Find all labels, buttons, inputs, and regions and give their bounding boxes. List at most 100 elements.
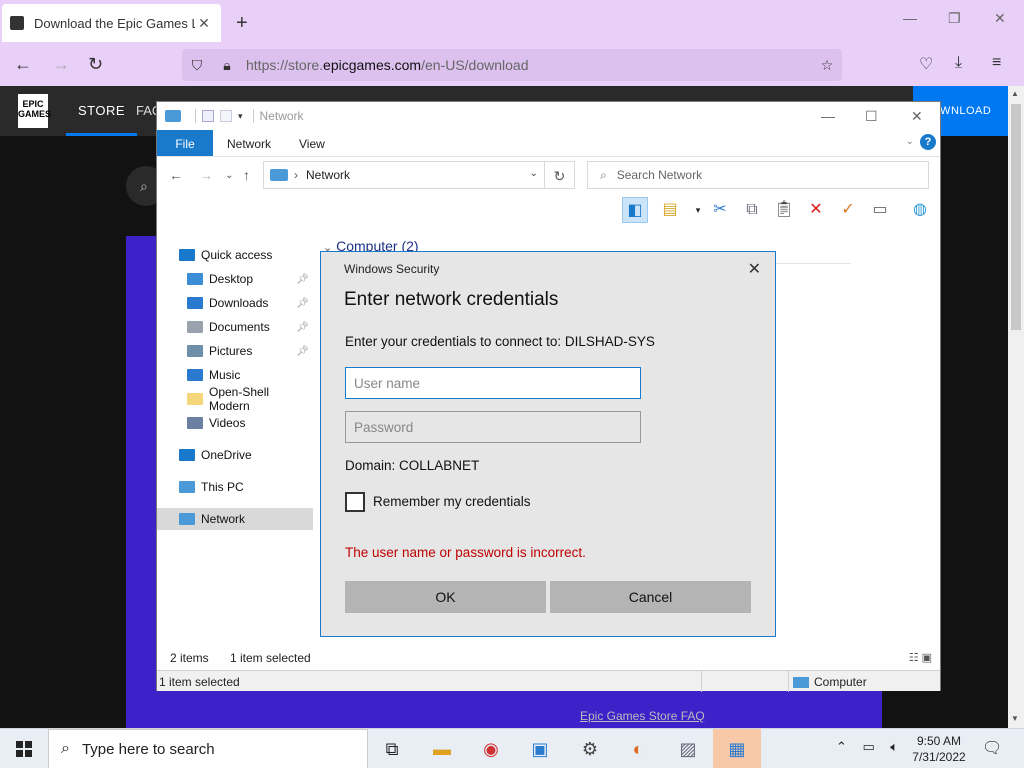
properties-check-icon[interactable]: ✓ xyxy=(835,197,861,223)
close-window-icon[interactable]: ✕ xyxy=(994,10,1006,27)
help-icon[interactable]: ? xyxy=(920,134,936,150)
remember-label[interactable]: Remember my credentials xyxy=(373,494,531,509)
task-view-icon[interactable]: ⧉ xyxy=(368,729,416,768)
ribbon-expand-icon[interactable]: ⌄ xyxy=(906,136,914,147)
cut-icon[interactable]: ✂ xyxy=(707,197,733,223)
back-icon[interactable]: ← xyxy=(14,54,32,75)
pin-icon[interactable]: 📌︎ xyxy=(296,274,309,285)
sidebar-item-downloads[interactable]: Downloads 📌︎ xyxy=(157,292,313,314)
paste-icon[interactable]: 📋︎ xyxy=(771,197,797,223)
clock[interactable]: 9:50 AM 7/31/2022 xyxy=(906,733,972,765)
page-scrollbar[interactable]: ▲ ▼ xyxy=(1008,86,1024,728)
epic-logo[interactable]: EPIC GAMES xyxy=(18,94,51,128)
sidebar-item-label: Downloads xyxy=(209,296,269,310)
sidebar-item-this-pc[interactable]: This PC xyxy=(157,476,313,498)
explorer-forward-icon[interactable]: → xyxy=(199,167,213,183)
taskbar-search-input[interactable]: ⌕ Type here to search xyxy=(48,729,368,768)
url-text[interactable]: https://store.epicgames.com/en-US/downlo… xyxy=(242,57,812,73)
view-toggle-icons[interactable]: ☷ ▣ xyxy=(909,651,932,664)
qat-dropdown-icon[interactable]: ▾ xyxy=(238,111,243,122)
pocket-icon[interactable]: ♡ xyxy=(919,54,933,74)
copy-icon[interactable]: ⧉ xyxy=(739,197,765,223)
url-bar[interactable]: ⛉ 🔒︎ https://store.epicgames.com/en-US/d… xyxy=(182,49,842,81)
refresh-icon[interactable]: ↻ xyxy=(545,161,575,189)
breadcrumb[interactable]: Network xyxy=(306,168,350,182)
app-window-icon[interactable]: ▣ xyxy=(516,729,564,768)
pin-icon[interactable]: 📌︎ xyxy=(296,346,309,357)
cancel-button[interactable]: Cancel xyxy=(550,581,751,613)
dialog-header: Windows Security xyxy=(344,262,440,276)
navigation-pane: Quick access Desktop 📌︎ Downloads 📌︎ Document… xyxy=(157,238,315,648)
settings-gear-icon[interactable]: ⚙ xyxy=(566,729,614,768)
explorer-maximize-icon[interactable]: ☐ xyxy=(865,108,878,125)
explorer-search-input[interactable]: ⌕ Search Network xyxy=(587,161,929,189)
notifications-icon[interactable]: 🗨︎ xyxy=(982,738,1002,758)
dialog-close-icon[interactable]: ✕ xyxy=(748,259,761,279)
recent-locations-icon[interactable]: ⌄ xyxy=(225,170,233,181)
sidebar-item-label: Desktop xyxy=(209,272,254,286)
preview-pane-icon[interactable]: ◧ xyxy=(622,197,648,223)
explorer-minimize-icon[interactable]: — xyxy=(821,108,835,124)
delete-icon[interactable]: ✕ xyxy=(803,197,829,223)
sidebar-item-quick-access[interactable]: Quick access xyxy=(157,244,313,266)
system-tray-icons[interactable]: ⌃ ▭ 🔈︎ xyxy=(836,739,904,755)
pin-icon[interactable]: 📌︎ xyxy=(296,298,309,309)
ok-button[interactable]: OK xyxy=(345,581,546,613)
menu-icon[interactable]: ≡ xyxy=(992,54,1001,72)
bookmark-star-icon[interactable]: ☆ xyxy=(812,57,842,74)
sidebar-item-music[interactable]: Music xyxy=(157,364,313,386)
forward-icon[interactable]: → xyxy=(52,54,70,75)
pin-icon[interactable]: 📌︎ xyxy=(296,322,309,333)
sidebar-item-desktop[interactable]: Desktop 📌︎ xyxy=(157,268,313,290)
dialog-title: Enter network credentials xyxy=(344,289,559,310)
sidebar-item-videos[interactable]: Videos xyxy=(157,412,313,434)
monitor-icon[interactable]: ▨ xyxy=(664,729,712,768)
items-count: 2 items xyxy=(170,651,209,665)
file-explorer-taskbar-icon[interactable]: ▬ xyxy=(418,729,466,768)
browser-nav-bar: ← → ↻ ⛉ 🔒︎ https://store.epicgames.com/e… xyxy=(0,44,1024,86)
minimize-icon[interactable]: — xyxy=(903,10,917,26)
explorer-back-icon[interactable]: ← xyxy=(169,167,183,183)
downloads-icon[interactable]: ⤓ xyxy=(955,54,962,72)
tab-network[interactable]: Network xyxy=(213,130,285,156)
new-folder-icon[interactable] xyxy=(220,110,232,122)
chrome-icon[interactable]: ◉ xyxy=(467,729,515,768)
search-icon: ⌕ xyxy=(61,740,70,757)
globe-icon[interactable]: ◍ xyxy=(907,197,933,223)
properties-icon[interactable] xyxy=(202,110,214,122)
address-dropdown-icon[interactable]: ⌄ xyxy=(530,168,538,179)
username-input[interactable] xyxy=(345,367,641,399)
up-icon[interactable]: ↑ xyxy=(243,167,250,183)
faq-link[interactable]: Epic Games Store FAQ xyxy=(580,709,705,723)
sidebar-item-pictures[interactable]: Pictures 📌︎ xyxy=(157,340,313,362)
sidebar-item-label: Documents xyxy=(209,320,270,334)
sidebar-item-onedrive[interactable]: OneDrive xyxy=(157,444,313,466)
rename-icon[interactable]: ▭ xyxy=(867,197,893,223)
browser-tab[interactable]: Download the Epic Games Launcher ✕ xyxy=(2,4,221,42)
address-bar[interactable]: › Network ⌄ xyxy=(263,161,545,189)
explorer-close-icon[interactable]: ✕ xyxy=(911,108,923,125)
new-tab-button[interactable]: + xyxy=(236,12,248,35)
reload-icon[interactable]: ↻ xyxy=(88,54,103,75)
password-input[interactable] xyxy=(345,411,641,443)
tab-close-icon[interactable]: ✕ xyxy=(195,15,213,32)
statusbar-zone: Computer xyxy=(793,675,867,689)
start-button[interactable] xyxy=(0,729,48,768)
tab-file[interactable]: File xyxy=(157,130,213,156)
scroll-down-icon[interactable]: ▼ xyxy=(1011,714,1019,723)
sidebar-item-documents[interactable]: Documents 📌︎ xyxy=(157,316,313,338)
sidebar-item-network[interactable]: Network xyxy=(157,508,313,530)
sidebar-item-open-shell-modern[interactable]: Open-Shell Modern xyxy=(157,385,313,413)
firefox-icon[interactable]: ◐ xyxy=(614,729,662,768)
tab-view[interactable]: View xyxy=(285,130,339,156)
lock-icon[interactable]: 🔒︎ xyxy=(212,57,242,74)
shield-icon[interactable]: ⛉ xyxy=(182,57,212,74)
new-note-icon[interactable]: ▤ xyxy=(657,197,683,223)
network-taskbar-icon[interactable]: ▦ xyxy=(713,729,761,768)
breadcrumb-chevron-icon[interactable]: › xyxy=(294,168,298,182)
scroll-up-icon[interactable]: ▲ xyxy=(1011,89,1019,98)
restore-icon[interactable]: ❐ xyxy=(948,10,961,27)
scrollbar-thumb[interactable] xyxy=(1011,104,1021,330)
store-nav-link[interactable]: STORE xyxy=(66,86,138,136)
remember-checkbox[interactable] xyxy=(345,492,365,512)
